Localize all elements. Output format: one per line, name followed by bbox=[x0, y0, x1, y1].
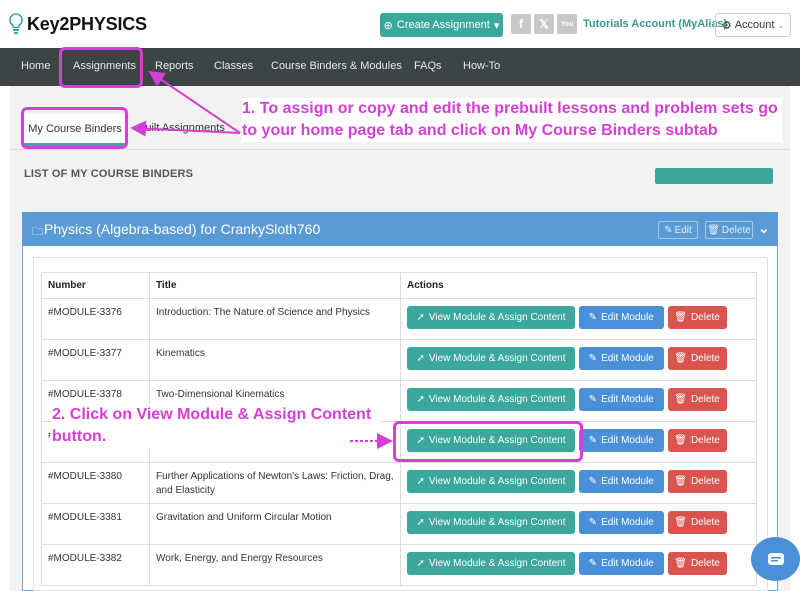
arrow-to-assignments bbox=[148, 70, 241, 134]
annotation-arrows bbox=[130, 70, 393, 449]
arrow-to-binders-tab bbox=[130, 120, 241, 137]
chat-icon bbox=[767, 553, 784, 565]
chat-widget-button[interactable] bbox=[751, 537, 800, 581]
